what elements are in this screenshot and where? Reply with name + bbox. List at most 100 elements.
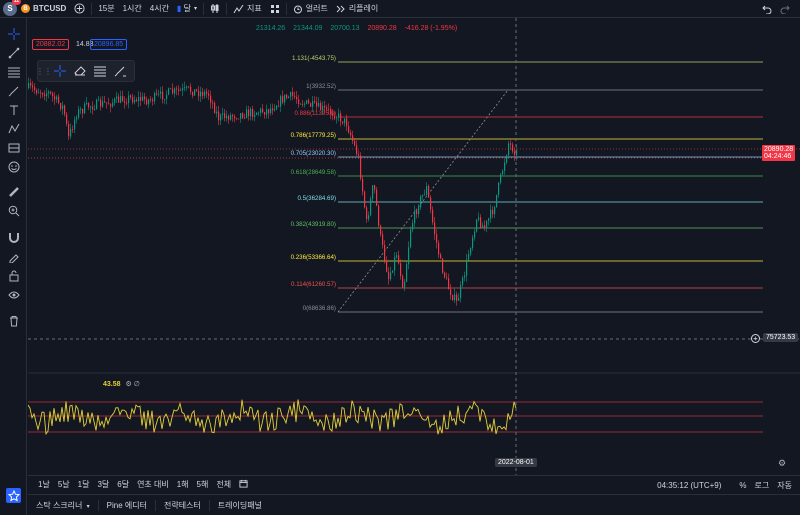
magnet-tool[interactable] (6, 230, 21, 245)
range-6m[interactable]: 6달 (113, 479, 133, 490)
candle-body (66, 114, 68, 124)
candle-body (56, 96, 58, 100)
candle-body (356, 145, 358, 155)
timeframe-15m[interactable]: 15분 (94, 0, 118, 18)
candle-body (376, 189, 378, 206)
range-3m[interactable]: 3달 (93, 479, 113, 490)
candle-body (496, 194, 498, 208)
chart-style-button[interactable] (206, 0, 224, 18)
fib-retracement-icon (7, 67, 20, 77)
lock-icon (9, 270, 18, 281)
layout-templates-button[interactable] (266, 0, 284, 18)
candle-body (456, 294, 458, 301)
percent-scale-toggle[interactable]: % (735, 481, 750, 490)
icon-tool[interactable] (6, 159, 21, 174)
candle-body (446, 277, 448, 279)
timeframe-4h[interactable]: 4시간 (146, 0, 173, 18)
trend-line-tool[interactable] (6, 45, 21, 60)
fib-level-label: 0.114(61260.57) (291, 281, 336, 288)
chart-area[interactable]: 1.131(-4543.75) 1(3932.52) 0.886(11395.8) 0… (27, 18, 800, 493)
pencil-lock-icon (9, 253, 19, 263)
candle-body (116, 96, 118, 99)
pattern-tool[interactable] (6, 121, 21, 136)
candle-body (108, 103, 110, 105)
tab-stock-screener[interactable]: 스탁 스크리너 ▾ (28, 500, 98, 511)
candle-body (414, 210, 416, 224)
smiley-icon (8, 161, 19, 172)
fib-levels-button[interactable] (90, 61, 110, 81)
tab-strategy-tester[interactable]: 전략테스터 (156, 500, 209, 511)
candle-body (120, 96, 122, 103)
candle-body (250, 108, 252, 117)
undo-button[interactable] (758, 0, 776, 18)
fib-tool[interactable] (6, 64, 21, 79)
tab-trading-panel[interactable]: 트레이딩패널 (210, 500, 270, 511)
last-price-label: 20890.28 04:24:46 (762, 145, 796, 161)
prediction-tool[interactable] (6, 140, 21, 155)
text-tool[interactable] (6, 102, 21, 117)
sell-price-button[interactable]: 20882.02 (32, 39, 70, 50)
crosshair-tool[interactable] (6, 26, 21, 41)
candle-body (102, 101, 104, 107)
symbol-search-button[interactable]: B BTCUSD (17, 0, 70, 18)
timeframe-1h[interactable]: 1시간 (119, 0, 146, 18)
eraser-button[interactable] (70, 61, 90, 81)
candle-body (480, 217, 482, 228)
object-tree-button[interactable] (6, 488, 21, 503)
auto-scale-toggle[interactable]: 자동 (773, 480, 796, 491)
range-1d[interactable]: 1날 (34, 479, 54, 490)
candle-body (122, 96, 124, 102)
tab-pine-editor[interactable]: Pine 에디터 (99, 500, 155, 511)
range-all[interactable]: 전체 (212, 479, 235, 490)
candle-body (192, 91, 194, 96)
range-ytd[interactable]: 연초 대비 (133, 479, 173, 490)
range-5y[interactable]: 5해 (193, 479, 213, 490)
brush-tool[interactable] (6, 83, 21, 98)
brush-settings-button[interactable] (110, 61, 130, 81)
measure-tool[interactable] (6, 184, 21, 199)
chart-settings-icon[interactable]: ⚙ (778, 458, 786, 469)
alert-button[interactable]: 얼러트 (289, 0, 332, 18)
indicators-button[interactable]: 지표 (229, 0, 266, 18)
candle-icon: ▮ (176, 4, 182, 13)
zoom-in-icon (8, 205, 19, 216)
stay-in-drawing-tool[interactable] (6, 249, 21, 264)
candle-body (68, 123, 70, 137)
buy-price-button[interactable]: 20896.85 (90, 39, 128, 50)
zoom-tool[interactable] (6, 203, 21, 218)
range-5d[interactable]: 5날 (54, 479, 74, 490)
candle-body (82, 108, 84, 114)
timezone-clock[interactable]: 04:35:12 (UTC+9) (653, 481, 725, 490)
goto-date-button[interactable] (235, 479, 252, 490)
bar-countdown: 04:24:46 (764, 153, 792, 160)
candle-body (60, 103, 62, 110)
range-1y[interactable]: 1해 (173, 479, 193, 490)
candle-type-button[interactable]: ▮ 달 ▾ (173, 0, 201, 18)
crosshair-style-button[interactable] (50, 61, 70, 81)
candle-body (188, 86, 190, 88)
oscillator-settings-icons[interactable]: ⚙ ∅ (125, 381, 139, 388)
oscillator-value: 43.58 (103, 381, 121, 388)
candle-body (396, 255, 398, 258)
user-avatar[interactable]: S 11 (3, 0, 21, 16)
redo-button[interactable] (776, 0, 794, 18)
candle-body (74, 119, 76, 130)
compare-symbol-button[interactable] (70, 0, 89, 18)
candle-body (340, 113, 342, 122)
fib-retracement[interactable]: 1.131(-4543.75) 1(3932.52) 0.886(11395.8) 0… (291, 55, 763, 313)
replay-icon (336, 5, 345, 12)
add-alert-icon[interactable]: + (751, 334, 760, 343)
candle-body (128, 95, 130, 104)
price-chart[interactable]: 1.131(-4543.75) 1(3932.52) 0.886(11395.8) 0… (27, 18, 800, 475)
candle-body (170, 88, 172, 90)
range-1m[interactable]: 1달 (74, 479, 94, 490)
replay-button[interactable]: 리플레이 (332, 0, 382, 18)
list-lines-icon (94, 66, 106, 77)
hide-drawings-tool[interactable] (6, 287, 21, 302)
candle-body (490, 209, 492, 219)
lock-drawings-tool[interactable] (6, 268, 21, 283)
log-scale-toggle[interactable]: 로그 (751, 480, 774, 491)
candle-body (228, 115, 230, 120)
drag-handle[interactable]: ⋮⋮ (36, 61, 52, 81)
remove-drawings-tool[interactable] (6, 313, 21, 328)
